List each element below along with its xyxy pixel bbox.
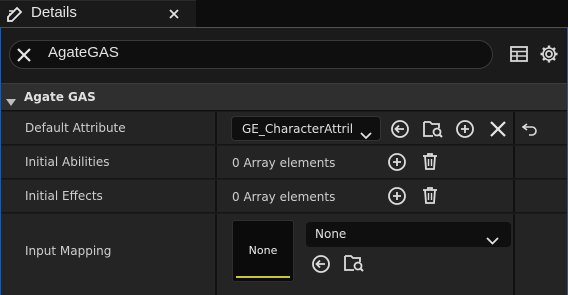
category-agate-gas[interactable]: Agate GAS (1, 83, 567, 111)
asset-thumbnail[interactable]: None (232, 220, 294, 282)
array-count: 0 Array elements (232, 190, 336, 204)
column-divider[interactable] (215, 180, 217, 212)
trash-icon[interactable] (420, 151, 440, 171)
asset-type-color-bar (236, 276, 290, 278)
category-label: Agate GAS (24, 90, 96, 104)
column-divider[interactable] (215, 214, 217, 295)
tab-bar: Details (0, 0, 568, 27)
column-divider[interactable] (215, 146, 217, 178)
gear-icon[interactable] (539, 44, 559, 64)
use-selected-arrow-icon[interactable] (390, 119, 410, 139)
column-divider[interactable] (215, 112, 217, 144)
column-divider (513, 146, 515, 178)
property-row-initial-abilities: Initial Abilities 0 Array elements (1, 146, 567, 179)
property-name: Initial Abilities (25, 155, 110, 169)
property-name: Default Attribute (25, 121, 126, 135)
search-bar[interactable]: AgateGAS (9, 40, 493, 69)
property-name: Initial Effects (25, 189, 103, 203)
add-icon[interactable] (455, 119, 475, 139)
dropdown-value: GE_CharacterAttril (242, 122, 354, 136)
input-mapping-dropdown[interactable]: None (306, 222, 511, 247)
chevron-down-icon (360, 125, 372, 140)
browse-folder-icon[interactable] (343, 252, 364, 272)
pencil-edit-icon (6, 5, 24, 23)
thumbnail-label: None (248, 244, 278, 257)
dropdown-value: None (315, 227, 347, 241)
column-divider (513, 214, 515, 295)
details-panel: AgateGAS Agate GAS Default Attribute GE_… (0, 27, 568, 295)
property-row-initial-effects: Initial Effects 0 Array elements (1, 180, 567, 213)
chevron-down-icon (486, 230, 499, 245)
property-name: Input Mapping (25, 244, 112, 258)
tab-details[interactable]: Details (0, 0, 196, 27)
tab-title: Details (31, 4, 77, 21)
clear-icon[interactable] (488, 119, 508, 139)
property-row-input-mapping: Input Mapping None None (1, 214, 567, 295)
browse-folder-icon[interactable] (422, 118, 443, 138)
column-divider (513, 180, 515, 212)
reset-arrow-icon[interactable] (521, 120, 539, 138)
close-icon[interactable] (15, 46, 33, 64)
table-view-icon[interactable] (509, 44, 529, 64)
close-icon[interactable] (166, 6, 182, 22)
column-divider (513, 112, 515, 144)
array-count: 0 Array elements (232, 156, 336, 170)
property-row-default-attribute: Default Attribute GE_CharacterAttril (1, 112, 567, 145)
add-icon[interactable] (387, 152, 407, 172)
trash-icon[interactable] (420, 185, 440, 205)
add-icon[interactable] (387, 186, 407, 206)
expand-arrow-icon[interactable] (5, 93, 17, 106)
search-input[interactable]: AgateGAS (48, 44, 119, 61)
use-selected-arrow-icon[interactable] (311, 254, 331, 274)
default-attribute-dropdown[interactable]: GE_CharacterAttril (231, 116, 381, 141)
